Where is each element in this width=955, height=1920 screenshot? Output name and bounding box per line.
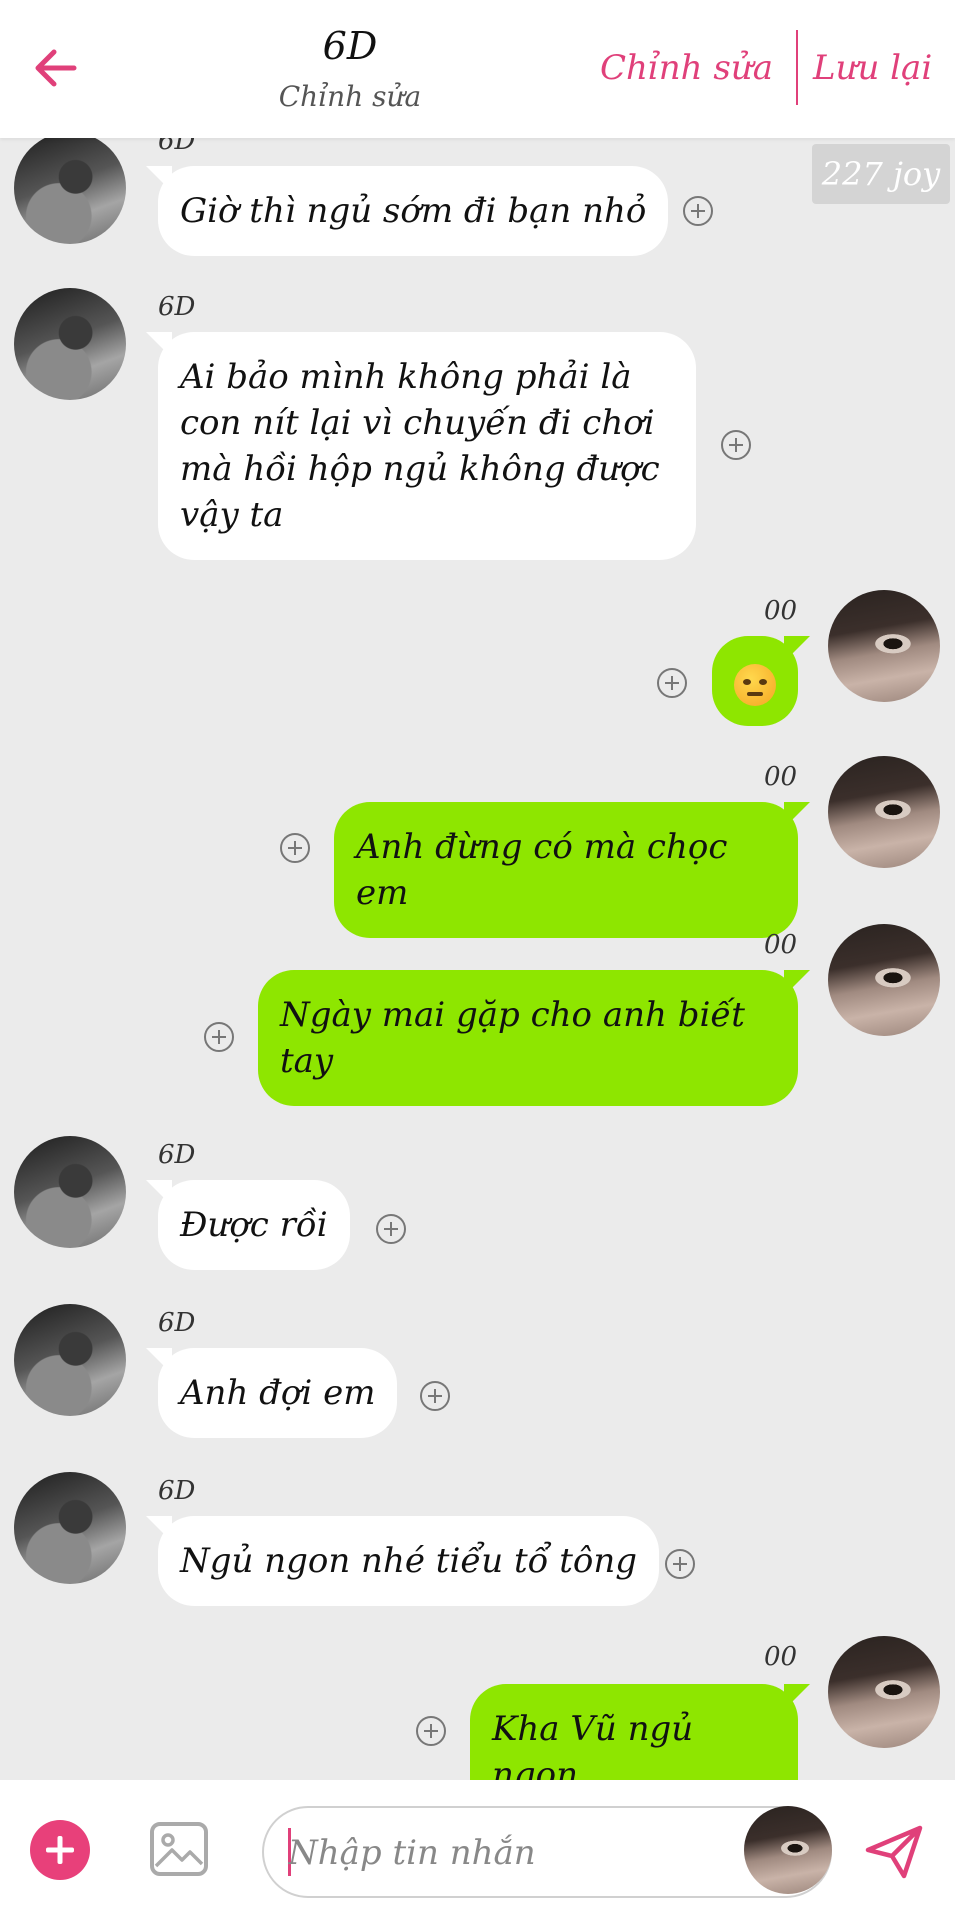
top-bar: 6D Chỉnh sửa Chỉnh sửa Lưu lại: [0, 0, 955, 138]
add-reaction-icon[interactable]: [657, 668, 687, 698]
sender-name: 00: [764, 762, 798, 792]
sender-name: 6D: [158, 1476, 196, 1506]
avatar-6d[interactable]: [14, 288, 126, 400]
composer-bar: [0, 1780, 955, 1920]
chat-area[interactable]: 227 joy 6D Giờ thì ngủ sớm đi bạn nhỏ 6D…: [0, 138, 955, 1780]
message-bubble[interactable]: [712, 636, 798, 726]
avatar-00[interactable]: [828, 590, 940, 702]
image-icon: [150, 1822, 208, 1876]
image-button[interactable]: [148, 1818, 210, 1880]
edit-button[interactable]: Chỉnh sửa: [600, 48, 773, 88]
add-reaction-icon[interactable]: [376, 1214, 406, 1244]
avatar-6d[interactable]: [14, 1136, 126, 1248]
send-icon: [865, 1825, 923, 1879]
message-bubble[interactable]: Ai bảo mình không phải là con nít lại vì…: [158, 332, 696, 560]
add-reaction-icon[interactable]: [721, 430, 751, 460]
character-avatar-selector[interactable]: [744, 1806, 832, 1894]
avatar-6d[interactable]: [14, 138, 126, 244]
sender-name: 00: [764, 930, 798, 960]
add-reaction-icon[interactable]: [416, 1716, 446, 1746]
back-arrow-icon: [35, 49, 77, 87]
angry-face-emoji: [734, 664, 776, 706]
add-reaction-icon[interactable]: [280, 833, 310, 863]
save-button[interactable]: Lưu lại: [813, 48, 932, 88]
message-bubble[interactable]: Anh đợi em: [158, 1348, 398, 1438]
sender-name: 6D: [158, 1308, 196, 1338]
message-bubble[interactable]: Giờ thì ngủ sớm đi bạn nhỏ: [158, 166, 669, 256]
message-bubble[interactable]: Kha Vũ ngủ ngon: [470, 1684, 798, 1780]
message-input[interactable]: [286, 1826, 730, 1880]
sender-name: 6D: [158, 1140, 196, 1170]
avatar-00[interactable]: [828, 1636, 940, 1748]
message-input-box[interactable]: [262, 1806, 832, 1898]
back-button[interactable]: [28, 40, 84, 96]
send-button[interactable]: [862, 1820, 926, 1884]
message-bubble[interactable]: Ngày mai gặp cho anh biết tay: [258, 970, 798, 1106]
message-bubble[interactable]: Ngủ ngon nhé tiểu tổ tông: [158, 1516, 660, 1606]
message-bubble[interactable]: Được rồi: [158, 1180, 350, 1270]
header-divider: [796, 30, 798, 105]
avatar-6d[interactable]: [14, 1304, 126, 1416]
chat-subtitle: Chỉnh sửa: [278, 80, 422, 113]
avatar-00[interactable]: [828, 756, 940, 868]
add-reaction-icon[interactable]: [204, 1022, 234, 1052]
chat-title: 6D: [322, 24, 378, 68]
sender-name: 6D: [158, 292, 196, 322]
sender-name: 00: [764, 596, 798, 626]
add-button[interactable]: [30, 1820, 90, 1880]
add-reaction-icon[interactable]: [665, 1549, 695, 1579]
watermark: 227 joy: [812, 144, 950, 204]
avatar-00[interactable]: [828, 924, 940, 1036]
add-reaction-icon[interactable]: [420, 1381, 450, 1411]
sender-name: 6D: [158, 138, 196, 156]
avatar-6d[interactable]: [14, 1472, 126, 1584]
message-bubble[interactable]: Anh đừng có mà chọc em: [334, 802, 798, 938]
sender-name: 00: [764, 1642, 798, 1672]
add-reaction-icon[interactable]: [683, 196, 713, 226]
